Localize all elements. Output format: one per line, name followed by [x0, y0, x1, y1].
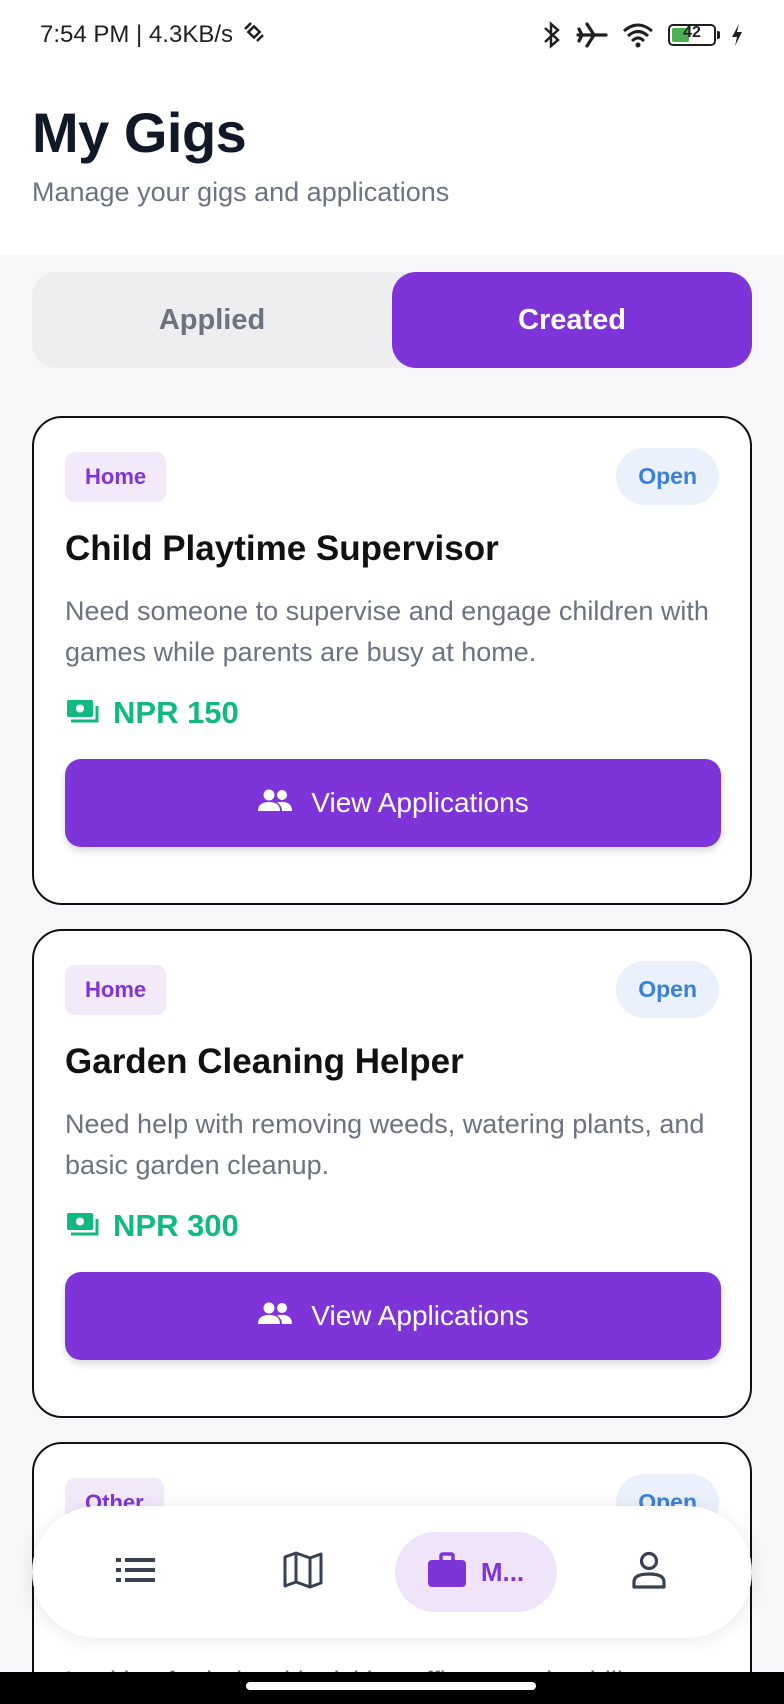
gig-title: Child Playtime Supervisor [65, 529, 499, 568]
nav-gigs-list[interactable] [61, 1532, 211, 1612]
charging-icon [730, 23, 744, 47]
status-time: 7:54 PM | 4.3KB/s [40, 21, 233, 48]
category-badge: Home [65, 451, 167, 502]
nav-profile[interactable] [574, 1532, 724, 1612]
map-icon [283, 1551, 323, 1594]
list-icon [115, 1557, 156, 1588]
view-applications-label: View Applications [311, 1300, 529, 1331]
price-row: NPR 150 [65, 695, 719, 731]
nav-map[interactable] [228, 1532, 378, 1612]
gig-price: NPR 150 [113, 695, 239, 730]
page-title: My Gigs [32, 101, 247, 164]
gig-title: Garden Cleaning Helper [65, 1042, 464, 1081]
view-applications-label: View Applications [311, 787, 529, 818]
status-bar: 7:54 PM | 4.3KB/s 42 [0, 0, 784, 70]
page-header: My Gigs Manage your gigs and application… [0, 70, 784, 255]
nav-my-gigs-label: M... [480, 1556, 525, 1587]
gesture-navigation-bar [0, 1672, 784, 1704]
briefcase-icon [427, 1551, 467, 1593]
home-indicator[interactable] [246, 1682, 536, 1690]
bottom-navigation: M... [32, 1506, 752, 1638]
gig-card[interactable]: Home Open Garden Cleaning Helper Need he… [32, 929, 752, 1418]
status-badge: Open [616, 448, 719, 505]
wifi-icon [622, 22, 654, 48]
satellite-icon [241, 19, 267, 52]
tab-applied[interactable]: Applied [32, 272, 392, 368]
money-icon [65, 1211, 99, 1242]
page-subtitle: Manage your gigs and applications [32, 177, 450, 207]
bluetooth-icon [542, 20, 562, 50]
nav-my-gigs[interactable]: M... [394, 1532, 557, 1612]
view-applications-button[interactable]: View Applications [65, 1272, 721, 1360]
gig-tabs: Applied Created [32, 272, 752, 368]
gig-description: Need help with removing weeds, watering … [65, 1109, 705, 1180]
status-badge: Open [616, 961, 719, 1018]
gig-price: NPR 300 [113, 1208, 239, 1243]
gig-card[interactable]: Home Open Child Playtime Supervisor Need… [32, 416, 752, 905]
battery-icon: 42 [668, 24, 720, 46]
price-row: NPR 300 [65, 1208, 719, 1244]
money-icon [65, 698, 99, 729]
tab-created[interactable]: Created [392, 272, 752, 368]
gig-description: Need someone to supervise and engage chi… [65, 596, 709, 667]
view-applications-button[interactable]: View Applications [65, 759, 721, 847]
people-icon [257, 1300, 293, 1332]
airplane-icon [576, 21, 608, 49]
person-icon [631, 1551, 667, 1594]
category-badge: Home [65, 964, 167, 1015]
people-icon [257, 787, 293, 819]
